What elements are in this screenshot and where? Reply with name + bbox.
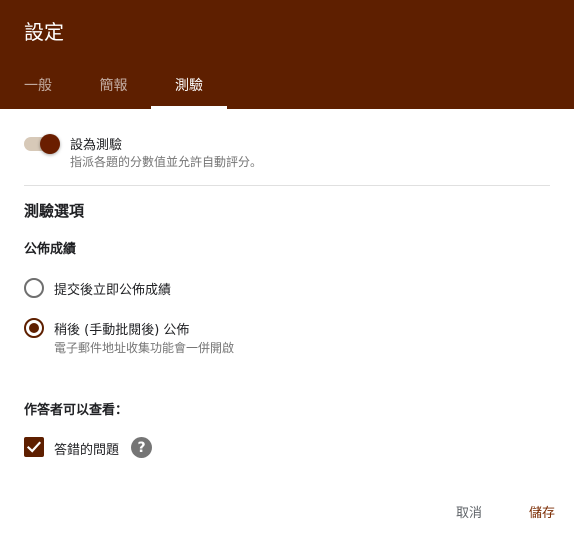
tab-presentation-label: 簡報 xyxy=(99,77,128,94)
radio-description-later: 電子郵件地址收集功能會一併開啟 xyxy=(54,341,235,355)
checkmark-icon xyxy=(26,441,42,453)
dialog-header: 設定 一般 簡報 測驗 xyxy=(0,0,574,109)
release-grade-title: 公佈成績 xyxy=(24,242,77,257)
tab-quiz[interactable]: 測驗 xyxy=(151,60,227,109)
section-divider xyxy=(24,185,550,186)
quiz-toggle-description: 指派各題的分數值並允許自動評分。 xyxy=(70,155,263,169)
quiz-toggle-label: 設為測驗 xyxy=(70,138,123,153)
radio-button-immediately[interactable] xyxy=(24,278,44,298)
quiz-toggle[interactable] xyxy=(24,134,60,154)
radio-button-later[interactable] xyxy=(24,318,44,338)
cancel-button[interactable]: 取消 xyxy=(456,498,482,524)
active-tab-indicator xyxy=(151,106,227,109)
checkbox-missed-questions[interactable] xyxy=(24,437,44,457)
dialog-title: 設定 xyxy=(24,20,64,44)
save-button[interactable]: 儲存 xyxy=(529,498,555,524)
question-circle-icon[interactable]: ? xyxy=(131,437,152,458)
radio-label-later: 稍後 (手動批閱後) 公佈 xyxy=(54,323,190,338)
tab-general-label: 一般 xyxy=(24,77,52,94)
tab-general[interactable]: 一般 xyxy=(0,60,76,109)
quiz-options-title: 測驗選項 xyxy=(24,202,85,220)
tab-presentation[interactable]: 簡報 xyxy=(76,60,151,109)
checkbox-label-missed-questions: 答錯的問題 xyxy=(54,443,120,458)
respondents-can-see-title: 作答者可以查看： xyxy=(24,403,129,418)
toggle-thumb xyxy=(40,134,60,154)
radio-selected-dot xyxy=(29,323,39,333)
tab-bar: 一般 簡報 測驗 xyxy=(0,60,574,109)
radio-label-immediately: 提交後立即公佈成績 xyxy=(54,283,172,298)
tab-quiz-label: 測驗 xyxy=(175,77,203,94)
